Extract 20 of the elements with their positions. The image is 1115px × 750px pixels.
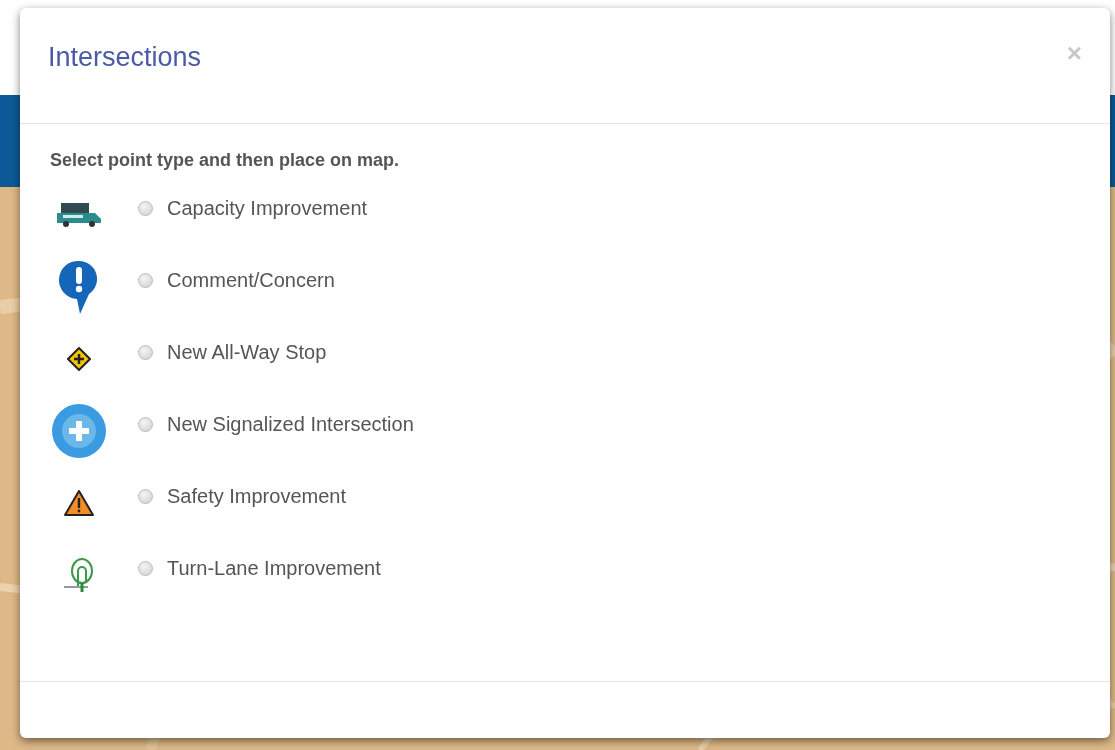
radio-button[interactable] bbox=[138, 489, 153, 504]
van-icon bbox=[55, 200, 103, 229]
u-turn-icon bbox=[62, 556, 96, 593]
option-label[interactable]: Comment/Concern bbox=[167, 269, 335, 292]
radio-button[interactable] bbox=[138, 201, 153, 216]
option-label[interactable]: Capacity Improvement bbox=[167, 197, 368, 220]
radio-button[interactable] bbox=[138, 417, 153, 432]
radio-button[interactable] bbox=[138, 345, 153, 360]
option-label[interactable]: New Signalized Intersection bbox=[167, 413, 414, 436]
option-label[interactable]: Safety Improvement bbox=[167, 485, 346, 508]
dialog-title: Intersections bbox=[48, 42, 202, 73]
plus-circle-icon bbox=[51, 402, 107, 459]
exclamation-pin-icon bbox=[59, 258, 99, 315]
diamond-sign-icon bbox=[67, 346, 91, 371]
warning-icon bbox=[64, 489, 94, 516]
option-label[interactable]: New All-Way Stop bbox=[167, 341, 327, 364]
radio-button[interactable] bbox=[138, 273, 153, 288]
option-label[interactable]: Turn-Lane Improvement bbox=[167, 557, 381, 580]
radio-button[interactable] bbox=[138, 561, 153, 576]
instruction-text: Select point type and then place on map. bbox=[50, 150, 401, 171]
